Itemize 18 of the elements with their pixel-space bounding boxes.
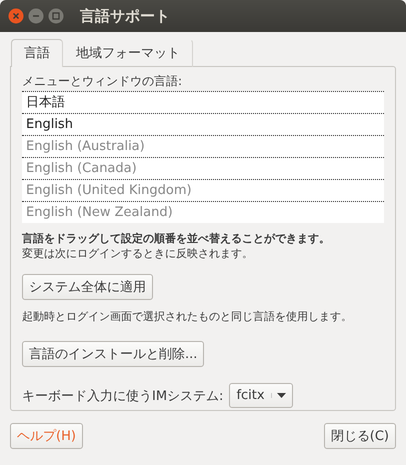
tab[interactable]: 言語 bbox=[11, 39, 63, 67]
caret-icon bbox=[270, 393, 286, 398]
apply-system-wide-button[interactable]: システム全体に適用 bbox=[22, 274, 153, 300]
relogin-hint: 変更は次にログインするときに反映されます。 bbox=[22, 246, 254, 261]
window-title: 言語サポート bbox=[80, 6, 170, 26]
list-label: メニューとウィンドウの言語: bbox=[22, 73, 184, 90]
language-item[interactable]: English bbox=[22, 113, 384, 135]
im-system-label: キーボード入力に使うIMシステム: bbox=[22, 388, 224, 404]
close-icon[interactable] bbox=[8, 8, 24, 24]
apply-note: 起動時とログイン画面で選択されたものと同じ言語を使用します。 bbox=[22, 309, 353, 324]
maximize-icon[interactable] bbox=[48, 8, 64, 24]
close-button[interactable]: 閉じる(C) bbox=[324, 423, 396, 449]
im-system-dropdown[interactable]: fcitx bbox=[229, 383, 293, 408]
language-item[interactable]: 日本語 bbox=[22, 91, 384, 113]
tab[interactable]: 地域フォーマット bbox=[63, 39, 193, 67]
drag-hint: 言語をドラッグして設定の順番を並べ替えることができます。 bbox=[22, 231, 331, 246]
minimize-icon[interactable] bbox=[28, 8, 44, 24]
install-languages-button[interactable]: 言語のインストールと削除... bbox=[22, 341, 204, 367]
